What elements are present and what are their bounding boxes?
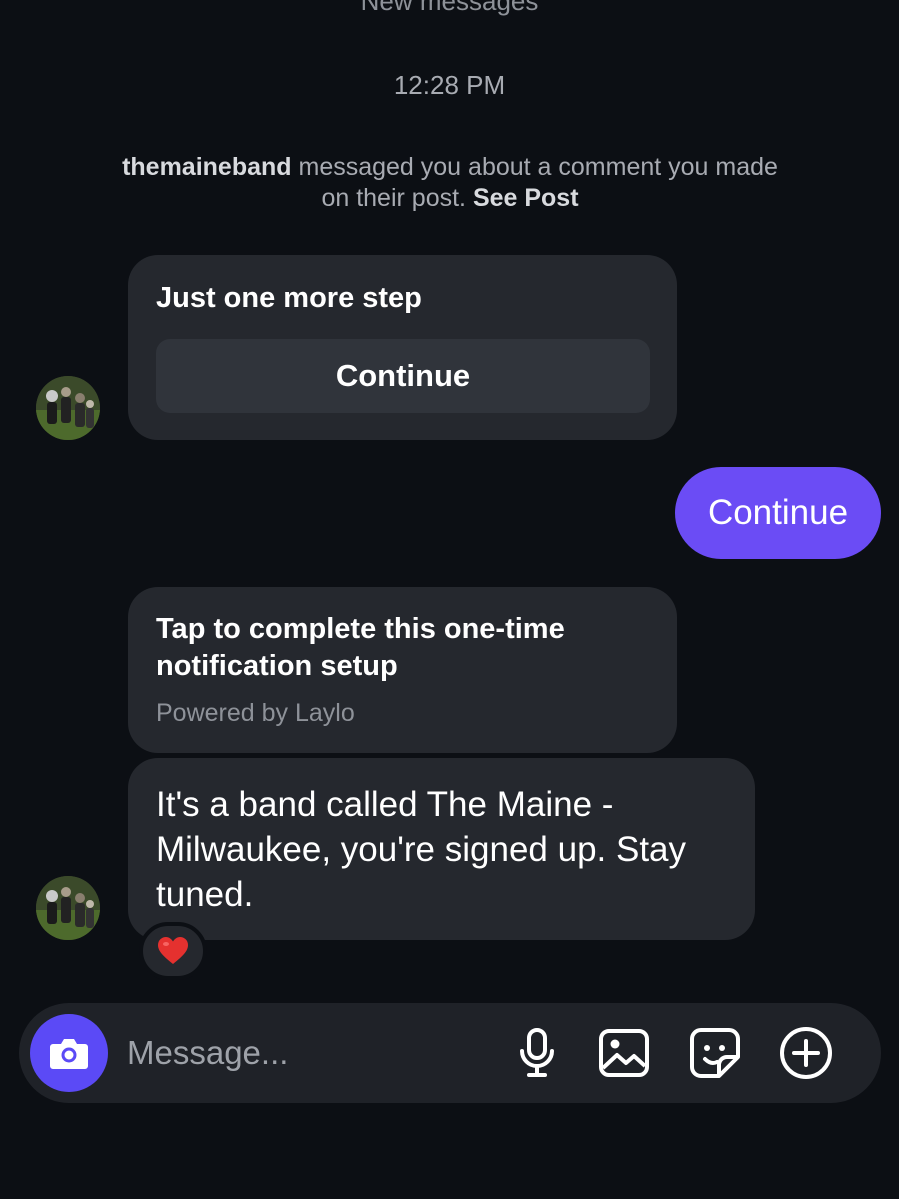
- more-options-button[interactable]: [778, 1025, 834, 1081]
- comment-context-note: themaineband messaged you about a commen…: [120, 152, 780, 214]
- gallery-icon: [599, 1029, 649, 1077]
- heart-reaction[interactable]: [139, 922, 207, 980]
- plus-circle-icon: [780, 1027, 832, 1079]
- heart-icon: [158, 937, 188, 964]
- chat-screen: New messages 12:28 PM themaineband messa…: [0, 0, 899, 1199]
- notification-setup-card[interactable]: Tap to complete this one-time notificati…: [128, 587, 677, 753]
- sticker-button[interactable]: [687, 1025, 743, 1081]
- message-composer: [19, 1003, 881, 1103]
- message-input[interactable]: [127, 1025, 487, 1081]
- sender-avatar[interactable]: [36, 376, 100, 440]
- camera-icon: [50, 1039, 88, 1069]
- sender-username[interactable]: themaineband: [122, 153, 291, 181]
- band-photo-icon: [36, 376, 100, 440]
- see-post-link[interactable]: See Post: [473, 184, 579, 212]
- incoming-message-bubble[interactable]: It's a band called The Maine - Milwaukee…: [128, 758, 755, 940]
- sender-avatar[interactable]: [36, 876, 100, 940]
- card-subtitle: Powered by Laylo: [156, 699, 355, 727]
- continue-button[interactable]: Continue: [156, 339, 650, 413]
- voice-message-button[interactable]: [509, 1025, 565, 1081]
- band-photo-icon: [36, 876, 100, 940]
- card-title: Tap to complete this one-time notificati…: [156, 613, 565, 682]
- sticker-icon: [690, 1028, 740, 1078]
- new-messages-divider: New messages: [360, 0, 539, 16]
- message-text: It's a band called The Maine - Milwaukee…: [156, 785, 687, 914]
- outgoing-message-bubble[interactable]: Continue: [675, 467, 881, 559]
- card-title: Just one more step: [156, 282, 422, 314]
- message-timestamp: 12:28 PM: [393, 70, 506, 100]
- gallery-button[interactable]: [596, 1025, 652, 1081]
- camera-button[interactable]: [30, 1014, 108, 1092]
- microphone-icon: [520, 1028, 554, 1077]
- one-more-step-card: Just one more step Continue: [128, 255, 677, 440]
